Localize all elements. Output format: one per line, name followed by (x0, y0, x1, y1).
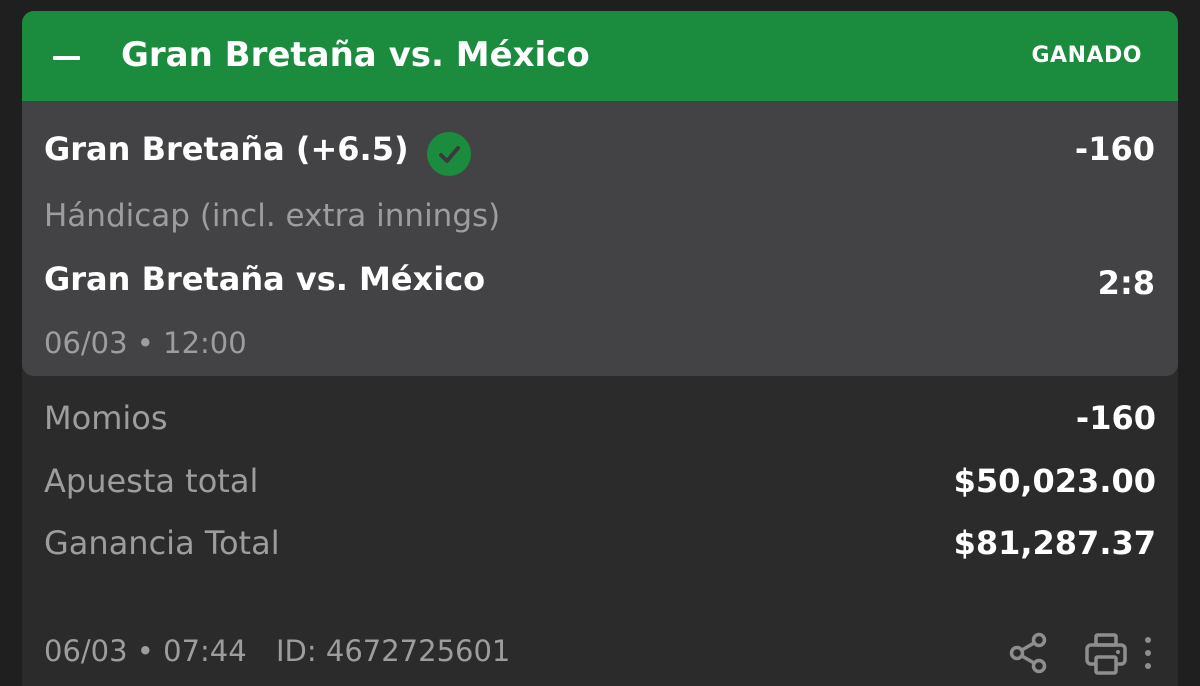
summary-row-payout: Ganancia Total $81,287.37 (44, 521, 1156, 565)
summary-label: Ganancia Total (44, 524, 280, 562)
selection-market: Hándicap (incl. extra innings) (44, 198, 501, 234)
share-icon[interactable] (1006, 631, 1050, 675)
bet-placed-datetime: 06/03 • 07:44 (44, 634, 247, 668)
bet-card: Gran Bretaña vs. México GANADO Gran Bret… (22, 11, 1178, 686)
summary-value: -160 (1075, 399, 1156, 437)
selection-name: Gran Bretaña (+6.5) (44, 130, 409, 168)
check-circle-icon (427, 132, 471, 176)
selection-datetime: 06/03 • 12:00 (44, 326, 247, 360)
summary-row-odds: Momios -160 (44, 396, 1156, 440)
collapse-button[interactable] (42, 37, 90, 77)
summary-row-stake: Apuesta total $50,023.00 (44, 459, 1156, 503)
selection-score: 2:8 (1097, 264, 1155, 302)
selection-event: Gran Bretaña vs. México (44, 260, 486, 298)
bet-slip-screen: Gran Bretaña vs. México GANADO Gran Bret… (0, 0, 1200, 686)
bet-title: Gran Bretaña vs. México (121, 35, 590, 75)
print-icon[interactable] (1084, 632, 1128, 676)
selection-panel: Gran Bretaña (+6.5) -160 Hándicap (incl.… (22, 101, 1178, 376)
selection-odds: -160 (1074, 130, 1155, 168)
bet-id: ID: 4672725601 (276, 634, 511, 668)
summary-label: Momios (44, 399, 168, 437)
summary-value: $50,023.00 (953, 462, 1156, 500)
summary-value: $81,287.37 (953, 524, 1156, 562)
minus-icon (53, 56, 80, 60)
summary-label: Apuesta total (44, 462, 259, 500)
bet-status-badge: GANADO (1031, 43, 1142, 68)
bet-header[interactable]: Gran Bretaña vs. México GANADO (22, 11, 1178, 101)
more-vertical-icon[interactable] (1138, 635, 1158, 671)
